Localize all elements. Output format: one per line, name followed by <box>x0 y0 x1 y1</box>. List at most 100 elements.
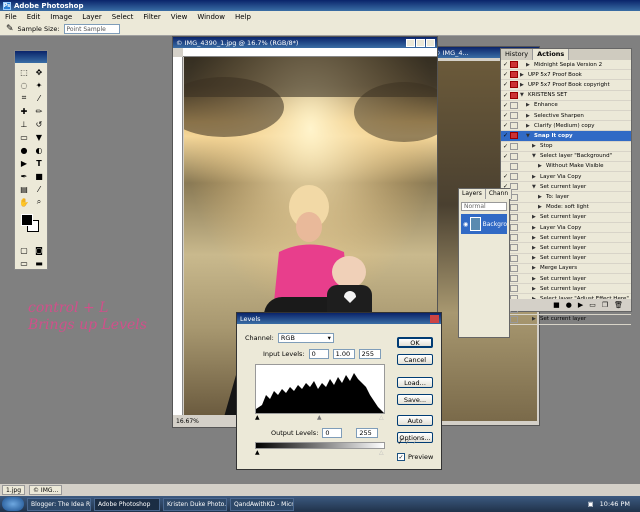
record-icon[interactable]: ● <box>566 301 572 309</box>
preview-checkbox[interactable]: ✓ <box>397 453 405 461</box>
action-row[interactable]: ✓ ▶ UPP 5x7 Proof Book <box>501 70 631 81</box>
stamp-icon[interactable]: ⊥ <box>17 118 31 130</box>
collapsed-triangle-icon[interactable]: ▶ <box>526 102 534 108</box>
dialog-toggle-icon[interactable] <box>510 112 518 120</box>
minimized-doc-1[interactable]: 1.jpg <box>2 485 26 495</box>
quick-mask-icon[interactable]: ◙ <box>32 244 46 256</box>
network-icon[interactable]: ▣ <box>588 500 594 508</box>
menu-layer[interactable]: Layer <box>77 13 107 21</box>
foreground-color-swatch[interactable] <box>21 214 33 226</box>
dialog-toggle-icon[interactable] <box>510 234 518 242</box>
taskbar-item-qandawithkd[interactable]: QandAwithKD - Micr... <box>230 497 294 511</box>
collapsed-triangle-icon[interactable]: ▶ <box>532 143 540 149</box>
collapsed-triangle-icon[interactable]: ▶ <box>532 276 540 282</box>
collapsed-triangle-icon[interactable]: ▶ <box>538 204 546 210</box>
screen-mode-icon[interactable]: ▭ <box>17 257 31 269</box>
play-icon[interactable]: ▶ <box>578 301 583 309</box>
dialog-toggle-icon[interactable] <box>510 315 518 323</box>
new-action-icon[interactable]: ❐ <box>602 301 608 309</box>
dialog-toggle-icon[interactable] <box>510 264 518 272</box>
menu-filter[interactable]: Filter <box>138 13 165 21</box>
collapsed-triangle-icon[interactable]: ▶ <box>532 174 540 180</box>
dialog-toggle-icon[interactable] <box>510 132 518 140</box>
check-icon[interactable]: ✓ <box>501 81 510 88</box>
lasso-icon[interactable]: ◌ <box>17 79 31 91</box>
zoom-icon[interactable]: ⌕ <box>32 196 46 208</box>
save-button[interactable]: Save... <box>397 394 433 405</box>
dialog-toggle-icon[interactable] <box>510 275 518 283</box>
dialog-toggle-icon[interactable] <box>510 285 518 293</box>
full-screen-icon[interactable]: ▬ <box>32 257 46 269</box>
dodge-icon[interactable]: ◐ <box>32 144 46 156</box>
dialog-toggle-icon[interactable] <box>510 61 518 69</box>
output-white-slider[interactable]: △ <box>379 449 384 456</box>
move-icon[interactable]: ✥ <box>32 66 46 78</box>
action-row[interactable]: ✓▶Set current layer <box>501 243 631 254</box>
tab-actions[interactable]: Actions <box>533 49 570 60</box>
check-icon[interactable]: ✓ <box>501 132 510 139</box>
menu-window[interactable]: Window <box>192 13 230 21</box>
action-row[interactable]: ✓▶Layer Via Copy <box>501 223 631 234</box>
check-icon[interactable]: ✓ <box>501 173 510 180</box>
action-row[interactable]: ✓ ▼ Select layer "Background" <box>501 152 631 162</box>
maximize-icon[interactable] <box>416 38 425 47</box>
taskbar-item-photoshop[interactable]: Adobe Photoshop <box>94 497 160 511</box>
fill-icon[interactable]: ▼ <box>32 131 46 143</box>
collapsed-triangle-icon[interactable]: ▶ <box>532 225 540 231</box>
blur-icon[interactable]: ● <box>17 144 31 156</box>
action-row[interactable]: ✓▶Set current layer <box>501 284 631 295</box>
action-row[interactable]: ✓▶Merge Layers <box>501 264 631 274</box>
blend-mode-select[interactable]: Normal <box>461 202 507 211</box>
check-icon[interactable]: ✓ <box>501 122 510 129</box>
tab-channels[interactable]: Chann <box>485 189 513 199</box>
tab-history[interactable]: History <box>501 49 534 60</box>
taskbar-item-blogger[interactable]: Blogger: The Idea R... <box>27 497 91 511</box>
collapsed-triangle-icon[interactable]: ▶ <box>526 62 534 68</box>
marquee-icon[interactable]: ⬚ <box>17 66 31 78</box>
toolbox-header[interactable] <box>15 51 47 63</box>
collapsed-triangle-icon[interactable]: ▶ <box>532 286 540 292</box>
clock[interactable]: 10:46 PM <box>600 500 630 508</box>
expanded-triangle-icon[interactable]: ▼ <box>526 133 534 139</box>
check-icon[interactable]: ✓ <box>501 143 510 150</box>
layer-row[interactable]: ◉ Backgro <box>461 214 507 234</box>
action-row[interactable]: ✓ ▶ Selective Sharpen <box>501 111 631 122</box>
action-row[interactable]: ✓ ▶ Stop <box>501 142 631 152</box>
collapsed-triangle-icon[interactable]: ▶ <box>532 316 540 322</box>
minimized-doc-2[interactable]: © IMG... <box>29 485 63 495</box>
menu-select[interactable]: Select <box>107 13 139 21</box>
load-button[interactable]: Load... <box>397 377 433 388</box>
dialog-toggle-icon[interactable] <box>510 203 518 211</box>
check-icon[interactable]: ✓ <box>501 102 510 109</box>
input-black-field[interactable]: 0 <box>308 349 329 359</box>
action-row[interactable]: ✓ ▼ KRISTENS SET <box>501 91 631 101</box>
pen-icon[interactable]: ✒ <box>17 170 31 182</box>
collapsed-triangle-icon[interactable]: ▶ <box>526 123 534 129</box>
expanded-triangle-icon[interactable]: ▼ <box>520 92 528 98</box>
output-black-field[interactable]: 0 <box>322 428 343 438</box>
collapsed-triangle-icon[interactable]: ▶ <box>532 245 540 251</box>
gamma-slider[interactable]: ▲ <box>317 414 322 421</box>
menu-view[interactable]: View <box>166 13 193 21</box>
tab-layers[interactable]: Layers <box>459 189 486 199</box>
output-black-slider[interactable]: ▲ <box>255 449 260 456</box>
hand-icon[interactable]: ✋ <box>17 196 31 208</box>
check-icon[interactable]: ✓ <box>501 61 510 68</box>
taskbar-item-kristen-duke[interactable]: Kristen Duke Photo... <box>163 497 227 511</box>
action-row[interactable]: ✓ ▶ UPP 5x7 Proof Book copyright <box>501 80 631 91</box>
collapsed-triangle-icon[interactable]: ▶ <box>532 255 540 261</box>
shape-icon[interactable]: ■ <box>32 170 46 182</box>
action-row[interactable]: ✓▶Set current layer <box>501 213 631 223</box>
collapsed-triangle-icon[interactable]: ▶ <box>520 82 528 88</box>
menu-edit[interactable]: Edit <box>22 13 46 21</box>
dialog-toggle-icon[interactable] <box>510 91 518 99</box>
action-row[interactable]: ▶ Without Make Visible <box>501 162 631 173</box>
dialog-toggle-icon[interactable] <box>510 213 518 221</box>
gray-eyedropper-icon[interactable]: ⁄ <box>407 437 408 446</box>
output-white-field[interactable]: 255 <box>356 428 379 438</box>
expanded-triangle-icon[interactable]: ▼ <box>532 184 540 190</box>
expanded-triangle-icon[interactable]: ▼ <box>532 153 540 159</box>
collapsed-triangle-icon[interactable]: ▶ <box>526 113 534 119</box>
input-gamma-field[interactable]: 1.00 <box>332 349 355 359</box>
menu-image[interactable]: Image <box>45 13 77 21</box>
